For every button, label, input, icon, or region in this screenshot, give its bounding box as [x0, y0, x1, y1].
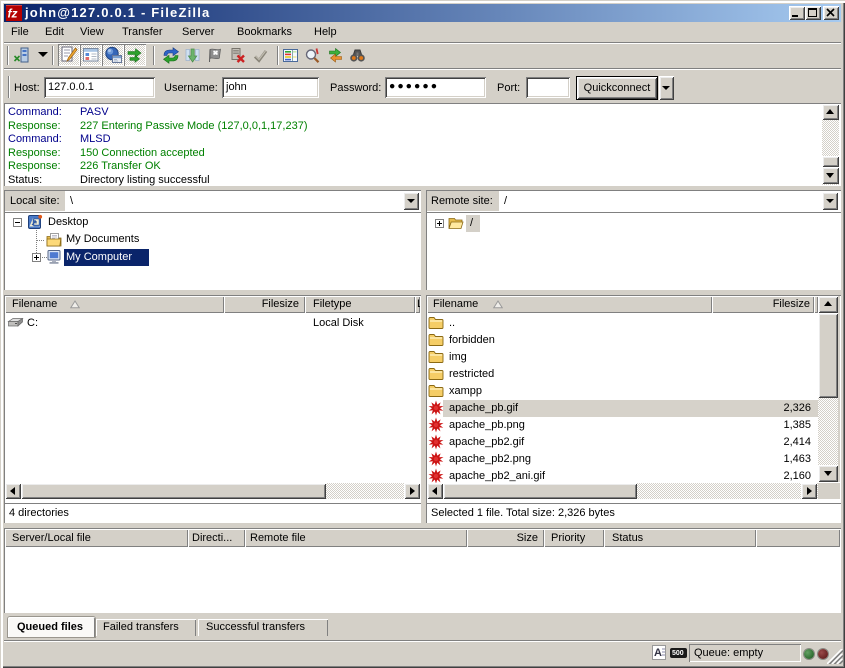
svg-text:A: A	[654, 647, 662, 659]
svg-text:fz: fz	[8, 7, 18, 21]
